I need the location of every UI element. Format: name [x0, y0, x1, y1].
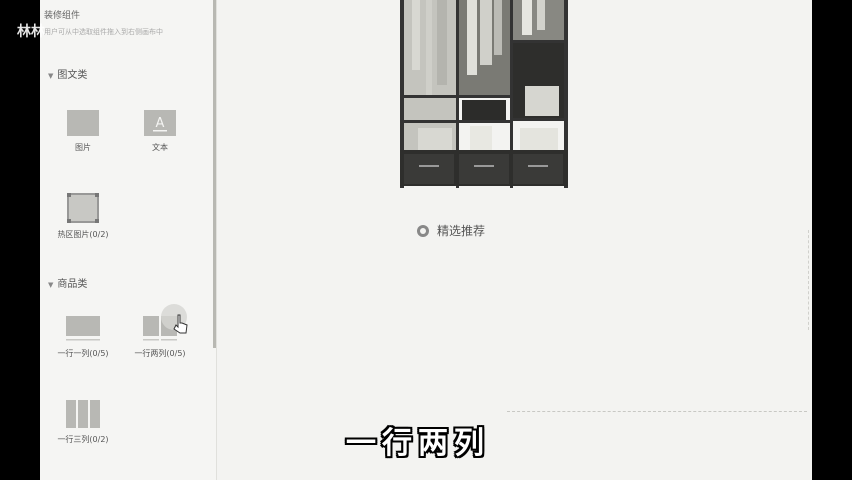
- section-label: 商品类: [57, 279, 88, 290]
- section-header-graphic-text[interactable]: ▼ 图文类: [48, 66, 87, 81]
- wardrobe-product-image: [382, 0, 572, 190]
- component-label: 图片: [75, 143, 91, 152]
- component-label: 热区图片(0/2): [57, 230, 109, 239]
- triangle-down-icon: ▼: [48, 72, 54, 80]
- component-sidebar: 装修组件 用户可从中选取组件拖入到右侧画布中 ▼ 图文类 图片 A 文本 热区图…: [40, 0, 216, 480]
- star-badge-icon: [417, 225, 429, 237]
- dashed-guide: [808, 230, 810, 330]
- component-one-column[interactable]: 一行一列(0/5): [43, 316, 123, 359]
- component-text[interactable]: A 文本: [120, 110, 200, 153]
- video-subtitle: 一行两列: [346, 426, 490, 461]
- watermark: 林林: [17, 24, 45, 40]
- panel-description: 用户可从中选取组件拖入到右侧画布中: [44, 28, 163, 36]
- one-column-icon: [66, 316, 100, 342]
- three-column-icon: [66, 400, 100, 428]
- component-label: 文本: [152, 143, 168, 152]
- component-label: 一行一列(0/5): [57, 349, 109, 358]
- design-canvas: 精选推荐 图片 5: [217, 0, 812, 480]
- component-hotspot-image[interactable]: 热区图片(0/2): [43, 193, 123, 240]
- component-three-column[interactable]: 一行三列(0/2): [43, 400, 123, 445]
- image-icon: [67, 110, 99, 136]
- drag-cursor-icon: [160, 303, 194, 337]
- recommend-label: 精选推荐: [437, 224, 486, 238]
- section-label: 图文类: [57, 70, 88, 81]
- section-header-product[interactable]: ▼ 商品类: [48, 275, 87, 290]
- featured-recommendation-bar[interactable]: 精选推荐: [417, 222, 485, 239]
- component-label: 一行三列(0/2): [57, 435, 109, 444]
- editor-screen: 装修组件 用户可从中选取组件拖入到右侧画布中 ▼ 图文类 图片 A 文本 热区图…: [40, 0, 812, 480]
- triangle-down-icon: ▼: [48, 281, 54, 289]
- component-label: 一行两列(0/5): [134, 349, 186, 358]
- hotspot-image-icon: [67, 193, 99, 223]
- panel-title: 装修组件: [44, 11, 81, 21]
- drop-zone-guide: [507, 411, 807, 413]
- svg-text:A: A: [156, 116, 165, 131]
- component-image[interactable]: 图片: [43, 110, 123, 153]
- text-icon: A: [144, 110, 176, 136]
